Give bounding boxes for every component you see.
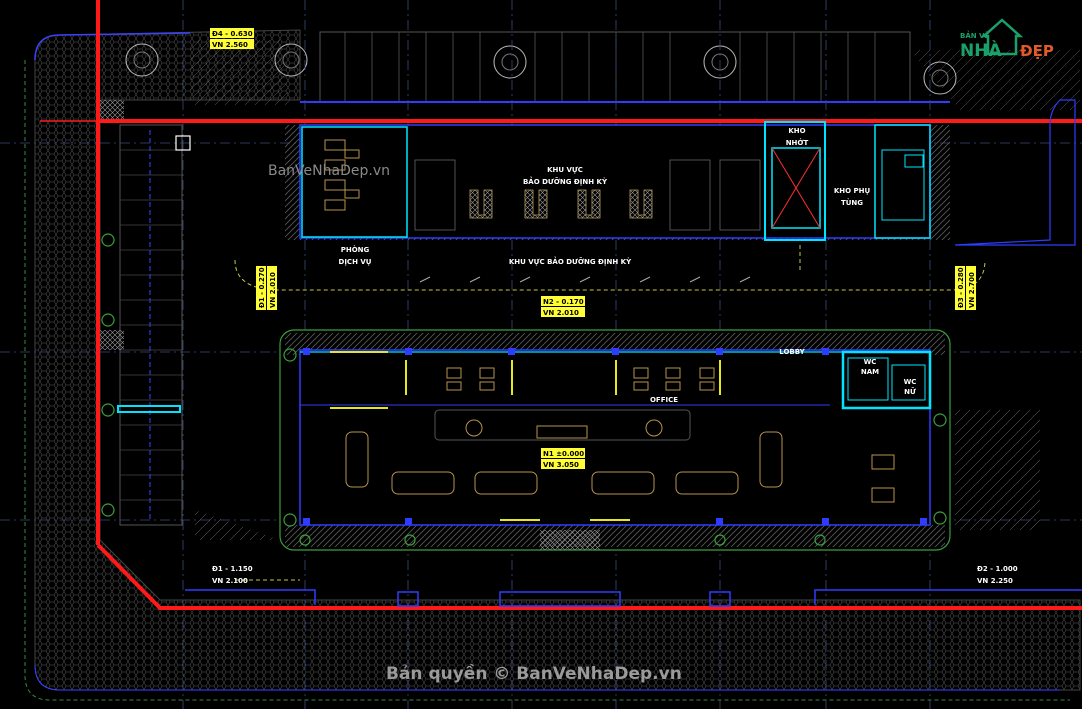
logo-small: BẢN VẼ xyxy=(960,30,989,40)
label-oil-store-2: NHỚT xyxy=(786,138,809,147)
svg-text:N2 - 0.170: N2 - 0.170 xyxy=(543,298,584,306)
svg-text:N1 ±0.000: N1 ±0.000 xyxy=(543,450,584,458)
level-tag-d1-bottom: Đ1 - 1.150 VN 2.100 xyxy=(212,565,253,585)
label-wc-men-2: NAM xyxy=(861,368,879,376)
svg-text:VN 3.050: VN 3.050 xyxy=(543,461,579,469)
left-parking-strip xyxy=(100,100,183,526)
svg-text:VN 2.010: VN 2.010 xyxy=(269,272,277,308)
label-maintenance-top-2: BẢO DƯỠNG ĐỊNH KỲ xyxy=(523,176,608,186)
level-tag-d1-left: Đ1 - 0.270 VN 2.010 xyxy=(256,266,277,310)
label-lobby: LOBBY xyxy=(779,348,805,356)
svg-text:Đ4 - 0.630: Đ4 - 0.630 xyxy=(212,30,253,38)
svg-text:Đ1 - 0.270: Đ1 - 0.270 xyxy=(258,267,266,308)
label-wc-women-2: NỮ xyxy=(904,387,916,396)
label-parts-store-1: KHO PHỤ xyxy=(834,187,871,195)
label-service-room-1: PHÒNG xyxy=(341,245,370,254)
workshop-building xyxy=(285,121,950,241)
logo-nha: NHÀ xyxy=(960,39,1002,61)
gate-marker xyxy=(117,405,181,413)
svg-text:Đ1 - 1.150: Đ1 - 1.150 xyxy=(212,565,253,573)
top-parking xyxy=(190,31,1080,110)
showroom-building xyxy=(279,329,951,551)
driveway-arrows xyxy=(419,276,751,283)
logo-dep: ĐẸP xyxy=(1020,42,1054,60)
watermark-top: BanVeNhaDep.vn xyxy=(268,163,390,179)
label-service-room-2: DỊCH VỤ xyxy=(339,258,372,266)
label-oil-store-1: KHO xyxy=(788,127,805,135)
brand-logo: BẢN VẼ NHÀ ĐẸP xyxy=(960,18,1054,61)
svg-text:VN 2.250: VN 2.250 xyxy=(977,577,1013,585)
label-wc-women-1: WC xyxy=(904,378,917,386)
label-office: OFFICE xyxy=(650,396,678,404)
watermark-bottom: Bản quyền © BanVeNhaDep.vn xyxy=(386,663,682,684)
label-maintenance-row: KHU VỰC BẢO DƯỠNG ĐỊNH KỲ xyxy=(509,256,632,266)
level-tag-d3-right: Đ3 - 0.280 VN 2.700 xyxy=(955,266,976,310)
cad-site-plan: KHU VỰC BẢO DƯỠNG ĐỊNH KỲ KHO NHỚT KHO P… xyxy=(0,0,1082,709)
svg-text:VN 2.560: VN 2.560 xyxy=(212,41,248,49)
label-maintenance-top-1: KHU VỰC xyxy=(547,166,583,174)
level-tag-n2: N2 - 0.170 VN 2.010 xyxy=(541,296,585,317)
svg-text:Đ2 - 1.000: Đ2 - 1.000 xyxy=(977,565,1018,573)
svg-text:VN 2.700: VN 2.700 xyxy=(968,272,976,308)
label-wc-men-1: WC xyxy=(864,358,877,366)
svg-text:Đ3 - 0.280: Đ3 - 0.280 xyxy=(957,267,965,308)
svg-text:VN 2.010: VN 2.010 xyxy=(543,309,579,317)
label-parts-store-2: TÙNG xyxy=(841,198,863,207)
svg-text:VN 2.100: VN 2.100 xyxy=(212,577,248,585)
level-tag-d2-bottom: Đ2 - 1.000 VN 2.250 xyxy=(977,565,1018,585)
